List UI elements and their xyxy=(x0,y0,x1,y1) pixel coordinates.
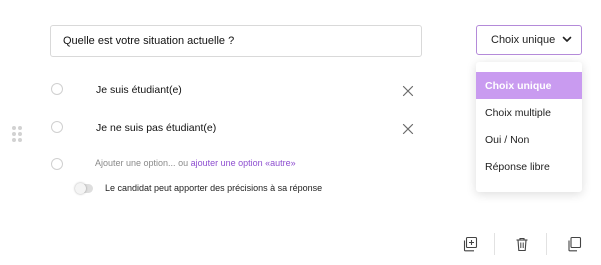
duplicate-icon[interactable] xyxy=(566,236,582,252)
add-option-row: Ajouter une option... ou ajouter une opt… xyxy=(95,158,296,168)
question-type-select[interactable]: Choix unique xyxy=(476,25,582,55)
dropdown-option-oui-non[interactable]: Oui / Non xyxy=(476,126,582,153)
add-option-input[interactable]: Ajouter une option... xyxy=(95,158,176,168)
question-input[interactable]: Quelle est votre situation actuelle ? xyxy=(50,25,422,57)
answer-label[interactable]: Je suis étudiant(e) xyxy=(96,84,182,96)
drag-handle-icon[interactable] xyxy=(12,126,22,142)
question-type-value: Choix unique xyxy=(491,34,556,46)
add-other-option-link[interactable]: ajouter une option «autre» xyxy=(191,158,296,168)
add-option-or: ou xyxy=(178,158,189,168)
details-toggle-label: Le candidat peut apporter des précisions… xyxy=(105,183,323,193)
footer-divider xyxy=(546,233,547,255)
chevron-down-icon xyxy=(561,33,573,48)
answer-label[interactable]: Je ne suis pas étudiant(e) xyxy=(96,122,216,134)
question-text: Quelle est votre situation actuelle ? xyxy=(63,35,235,47)
new-option-radio xyxy=(51,158,63,170)
footer-divider xyxy=(494,233,495,255)
add-copy-icon[interactable] xyxy=(462,236,478,252)
details-toggle[interactable] xyxy=(75,183,93,194)
answer-radio[interactable] xyxy=(51,83,63,95)
dropdown-option-choix-unique[interactable]: Choix unique xyxy=(476,72,582,99)
answer-radio[interactable] xyxy=(51,121,63,133)
toggle-knob xyxy=(75,183,86,194)
dropdown-option-reponse-libre[interactable]: Réponse libre xyxy=(476,153,582,180)
remove-option-icon[interactable] xyxy=(402,85,414,97)
dropdown-option-choix-multiple[interactable]: Choix multiple xyxy=(476,99,582,126)
question-type-dropdown: Choix unique Choix multiple Oui / Non Ré… xyxy=(476,62,582,192)
trash-icon[interactable] xyxy=(514,236,530,252)
remove-option-icon[interactable] xyxy=(402,123,414,135)
